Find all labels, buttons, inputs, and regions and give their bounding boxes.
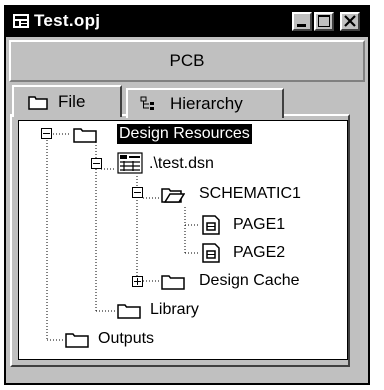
- close-icon: [344, 15, 356, 27]
- title-bar[interactable]: Test.opj: [6, 7, 368, 37]
- collapse-icon[interactable]: [41, 128, 52, 139]
- tree-item-library[interactable]: Library: [150, 300, 199, 320]
- folder-icon: [28, 96, 48, 110]
- tree-item-design-resources[interactable]: Design Resources: [117, 124, 252, 144]
- hierarchy-icon: [140, 96, 154, 110]
- minimize-button[interactable]: [292, 12, 312, 31]
- collapse-icon[interactable]: [91, 158, 102, 169]
- minimize-icon: [297, 24, 306, 27]
- tree-item-design-cache[interactable]: Design Cache: [199, 271, 300, 291]
- tab-file[interactable]: File: [12, 85, 122, 117]
- pcb-toolbar: PCB: [9, 40, 365, 82]
- tree-item-page2[interactable]: PAGE2: [233, 243, 285, 263]
- folder-icon: [117, 304, 141, 319]
- tree-item-page1[interactable]: PAGE1: [233, 215, 285, 235]
- page-icon: [202, 243, 220, 263]
- open-folder-icon: [161, 188, 185, 203]
- tab-file-label: File: [58, 92, 86, 111]
- tree-item-outputs[interactable]: Outputs: [98, 329, 154, 349]
- folder-icon: [65, 333, 89, 348]
- project-icon: [13, 14, 29, 28]
- pcb-label: PCB: [169, 51, 205, 70]
- tree-item-schematic1[interactable]: SCHEMATIC1: [199, 184, 301, 204]
- maximize-button[interactable]: [314, 12, 334, 31]
- folder-icon: [161, 275, 185, 290]
- tab-hierarchy-label: Hierarchy: [170, 94, 243, 113]
- page-icon: [202, 215, 220, 235]
- tab-hierarchy[interactable]: Hierarchy: [126, 88, 284, 118]
- folder-icon: [73, 128, 97, 143]
- maximize-icon: [318, 15, 330, 27]
- window-title: Test.opj: [34, 11, 101, 30]
- collapse-icon[interactable]: [132, 187, 143, 198]
- project-tree[interactable]: Design Resources .\test.dsn SCHEMATIC1 P…: [18, 120, 348, 360]
- design-file-icon: [117, 152, 143, 174]
- expand-icon[interactable]: [132, 276, 143, 287]
- tree-item-dsn[interactable]: .\test.dsn: [149, 154, 214, 174]
- close-button[interactable]: [340, 12, 360, 31]
